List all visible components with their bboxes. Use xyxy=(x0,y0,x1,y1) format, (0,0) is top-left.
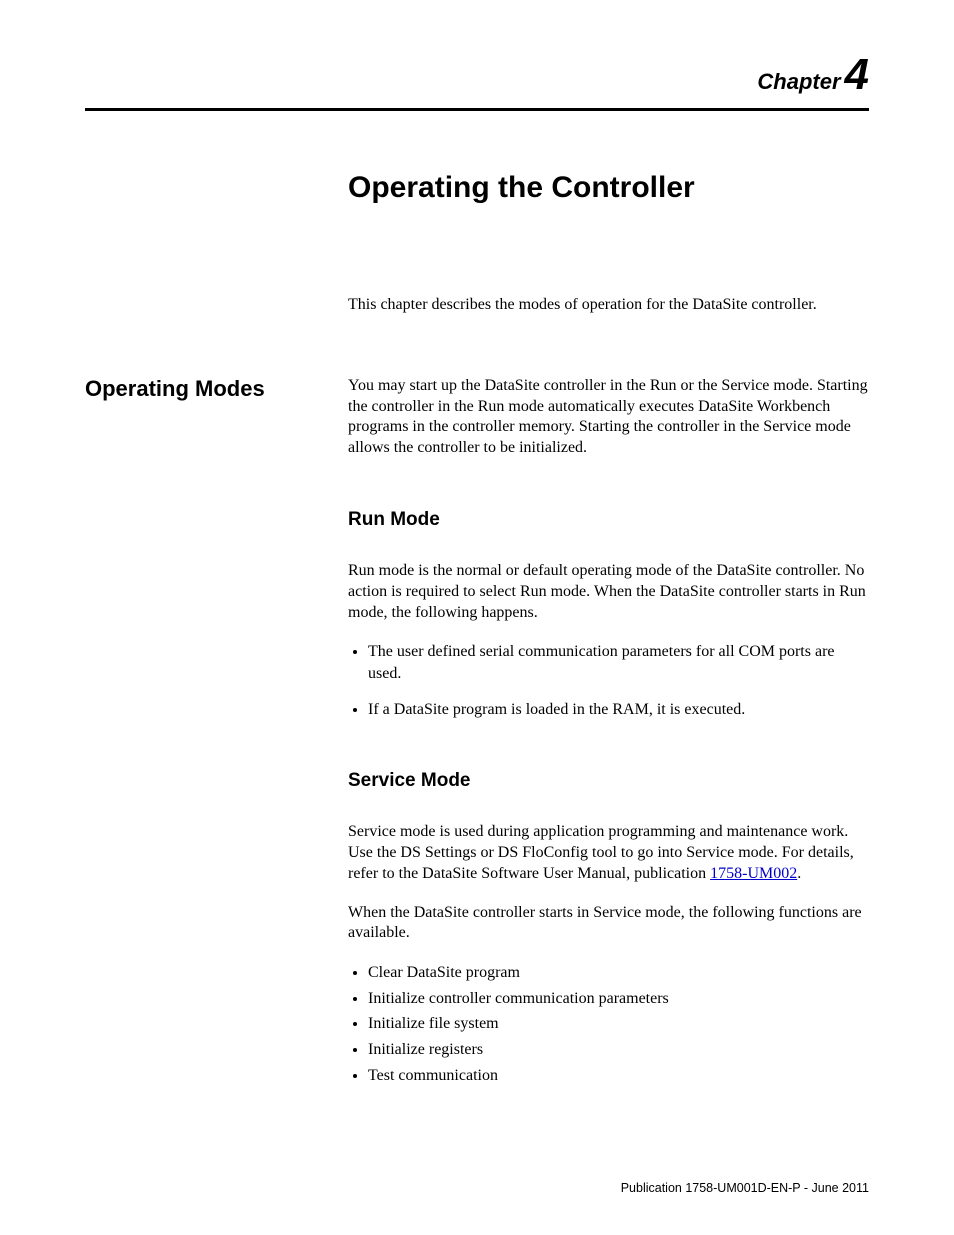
list-item: If a DataSite program is loaded in the R… xyxy=(368,699,869,721)
run-mode-section: Run Mode Run mode is the normal or defau… xyxy=(348,509,869,720)
publication-link[interactable]: 1758-UM002 xyxy=(710,865,797,882)
run-mode-body: Run mode is the normal or default operat… xyxy=(348,561,869,623)
publication-footer: Publication 1758-UM001D-EN-P - June 2011 xyxy=(621,1181,869,1195)
header-rule xyxy=(85,108,869,111)
run-mode-bullets: The user defined serial communication pa… xyxy=(368,641,869,720)
service-mode-bullets: Clear DataSite program Initialize contro… xyxy=(368,962,869,1086)
list-item: Initialize registers xyxy=(368,1039,869,1061)
list-item: The user defined serial communication pa… xyxy=(368,641,869,684)
service-mode-section: Service Mode Service mode is used during… xyxy=(348,770,869,1086)
list-item: Clear DataSite program xyxy=(368,962,869,984)
service-mode-body-1: Service mode is used during application … xyxy=(348,822,869,884)
operating-modes-body: You may start up the DataSite controller… xyxy=(348,376,869,459)
intro-paragraph: This chapter describes the modes of oper… xyxy=(348,295,869,316)
list-item: Initialize file system xyxy=(368,1013,869,1035)
operating-modes-section: Operating Modes You may start up the Dat… xyxy=(85,376,869,459)
service-mode-body-2: When the DataSite controller starts in S… xyxy=(348,903,869,945)
run-mode-heading: Run Mode xyxy=(348,509,869,531)
service-mode-body-post: . xyxy=(797,865,801,882)
operating-modes-heading: Operating Modes xyxy=(85,376,348,402)
chapter-header: Chapter4 xyxy=(85,50,869,100)
chapter-label: Chapter xyxy=(757,69,840,94)
chapter-number: 4 xyxy=(845,50,869,99)
list-item: Test communication xyxy=(368,1065,869,1087)
list-item: Initialize controller communication para… xyxy=(368,988,869,1010)
page-title: Operating the Controller xyxy=(348,171,869,205)
service-mode-heading: Service Mode xyxy=(348,770,869,792)
